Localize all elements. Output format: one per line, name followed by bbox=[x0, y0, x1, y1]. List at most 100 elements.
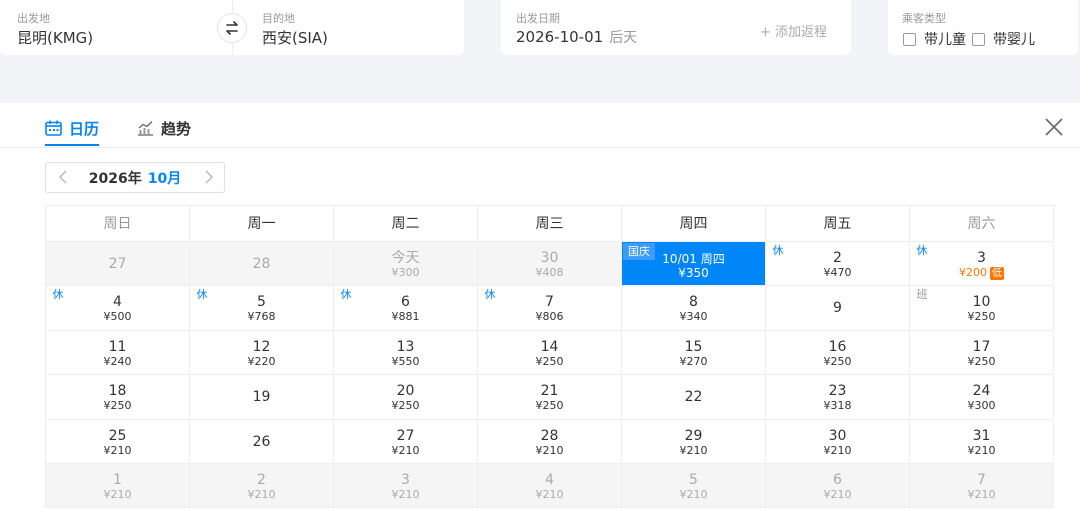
swap-button[interactable] bbox=[217, 13, 247, 43]
day-price-wrap: ¥210 bbox=[334, 444, 477, 457]
tab-calendar[interactable]: 日历 bbox=[45, 115, 99, 141]
calendar-day[interactable]: 27 bbox=[46, 242, 190, 287]
calendar-grid: 周日 周一 周二 周三 周四 周五 周六 27 28 今天 ¥300 30 ¥408 国庆 1… bbox=[45, 205, 1056, 509]
day-number: 18 bbox=[108, 383, 127, 400]
calendar-day[interactable]: 30 ¥210 bbox=[766, 419, 910, 464]
chevron-right-icon[interactable] bbox=[200, 169, 216, 185]
workday-tag: 班 bbox=[911, 287, 933, 303]
date-card[interactable]: 出发日期 2026-10-01 后天 + 添加返程 bbox=[501, 0, 851, 55]
calendar-day[interactable]: 休 7 ¥806 bbox=[478, 286, 622, 331]
day-price: ¥250 bbox=[103, 399, 132, 413]
calendar-day[interactable]: 24 ¥300 bbox=[910, 375, 1054, 420]
day-price: ¥250 bbox=[967, 354, 996, 368]
rest-day-tag: 休 bbox=[911, 243, 933, 258]
calendar-day[interactable]: 25 ¥210 bbox=[46, 419, 190, 464]
tab-bar: 日历 趋势 bbox=[0, 103, 1080, 148]
calendar-day[interactable]: 16 ¥250 bbox=[766, 330, 910, 376]
with-child-label: 带儿童 bbox=[924, 32, 966, 48]
day-price: ¥250 bbox=[823, 354, 852, 368]
calendar-day[interactable]: 14 ¥250 bbox=[478, 330, 622, 376]
lowest-price-badge: 低 bbox=[990, 267, 1004, 280]
calendar-day[interactable]: 12 ¥220 bbox=[190, 330, 334, 376]
day-number: 15 bbox=[684, 338, 703, 355]
calendar-day[interactable]: 7 ¥210 bbox=[910, 463, 1054, 509]
calendar-day[interactable]: 今天 ¥300 bbox=[334, 242, 478, 287]
calendar-day[interactable]: 11 ¥240 bbox=[46, 330, 190, 376]
day-number: 30 bbox=[540, 250, 559, 266]
holiday-tag: 国庆 bbox=[623, 243, 655, 260]
close-icon[interactable] bbox=[1043, 116, 1065, 138]
calendar-day[interactable]: 休 2 ¥470 bbox=[766, 242, 910, 287]
calendar-day[interactable]: 9 bbox=[766, 286, 910, 331]
day-price-wrap: ¥250 bbox=[478, 355, 621, 368]
calendar-day[interactable]: 22 bbox=[622, 375, 766, 420]
day-number: 25 bbox=[108, 427, 127, 444]
calendar-day[interactable]: 18 ¥250 bbox=[46, 375, 190, 420]
month-label: 2026年 10月 bbox=[89, 168, 181, 188]
calendar-day[interactable]: 31 ¥210 bbox=[910, 419, 1054, 464]
rest-day-tag: 休 bbox=[767, 243, 789, 258]
calendar-day[interactable]: 21 ¥250 bbox=[478, 375, 622, 420]
day-price-wrap: ¥210 bbox=[334, 488, 477, 501]
day-price: ¥210 bbox=[967, 487, 996, 501]
weekday-header: 周日 周一 周二 周三 周四 周五 周六 bbox=[46, 206, 1056, 242]
month-value: 10月 bbox=[147, 170, 182, 187]
calendar-day[interactable]: 30 ¥408 bbox=[478, 242, 622, 287]
day-price-wrap: ¥210 bbox=[46, 488, 189, 501]
calendar-day[interactable]: 13 ¥550 bbox=[334, 330, 478, 376]
calendar-day[interactable]: 休 4 ¥500 bbox=[46, 286, 190, 331]
calendar-day[interactable]: 1 ¥210 bbox=[46, 463, 190, 509]
calendar-day[interactable]: 6 ¥210 bbox=[766, 463, 910, 509]
day-price: ¥300 bbox=[967, 399, 996, 413]
calendar-day[interactable]: 28 bbox=[190, 242, 334, 287]
day-price: ¥210 bbox=[103, 443, 132, 457]
day-number: 22 bbox=[684, 389, 703, 406]
calendar-day[interactable]: 休 5 ¥768 bbox=[190, 286, 334, 331]
calendar-icon bbox=[45, 120, 62, 136]
day-price: ¥210 bbox=[103, 487, 132, 501]
calendar-day[interactable]: 28 ¥210 bbox=[478, 419, 622, 464]
with-child-checkbox[interactable]: 带儿童 bbox=[903, 29, 966, 49]
calendar-day[interactable]: 15 ¥270 bbox=[622, 330, 766, 376]
day-price-wrap: ¥210 bbox=[622, 444, 765, 457]
calendar-day[interactable]: 休 3 ¥200 低 bbox=[910, 242, 1054, 287]
arrival-field[interactable]: 目的地 西安(SIA) bbox=[249, 0, 459, 55]
day-price: ¥200 bbox=[959, 266, 987, 279]
day-number: 7 bbox=[977, 471, 986, 488]
tab-trend-label: 趋势 bbox=[161, 119, 192, 138]
calendar-day[interactable]: 4 ¥210 bbox=[478, 463, 622, 509]
calendar-day[interactable]: 29 ¥210 bbox=[622, 419, 766, 464]
calendar-day[interactable]: 20 ¥250 bbox=[334, 375, 478, 420]
chevron-left-icon[interactable] bbox=[56, 169, 72, 185]
day-price-wrap: ¥220 bbox=[190, 355, 333, 368]
calendar-day[interactable]: 17 ¥250 bbox=[910, 330, 1054, 376]
day-price: ¥270 bbox=[679, 354, 708, 368]
calendar-day[interactable]: 19 bbox=[190, 375, 334, 420]
calendar-day[interactable]: 班 10 ¥250 bbox=[910, 286, 1054, 331]
day-price: ¥210 bbox=[679, 443, 708, 457]
day-price: ¥250 bbox=[535, 354, 564, 368]
day-price: ¥550 bbox=[391, 354, 420, 368]
rest-day-tag: 休 bbox=[335, 287, 357, 303]
weekday-wed: 周三 bbox=[478, 206, 622, 242]
day-price-wrap: ¥250 bbox=[46, 399, 189, 412]
day-number: 13 bbox=[396, 338, 415, 355]
calendar-day[interactable]: 2 ¥210 bbox=[190, 463, 334, 509]
calendar-day[interactable]: 休 6 ¥881 bbox=[334, 286, 478, 331]
day-price: ¥210 bbox=[535, 443, 564, 457]
calendar-day[interactable]: 23 ¥318 bbox=[766, 375, 910, 420]
departure-field[interactable]: 出发地 昆明(KMG) bbox=[0, 0, 215, 55]
day-number: 11 bbox=[108, 338, 127, 355]
tab-trend[interactable]: 趋势 bbox=[137, 115, 191, 141]
calendar-day[interactable]: 27 ¥210 bbox=[334, 419, 478, 464]
day-price-wrap: ¥240 bbox=[46, 355, 189, 368]
day-number: 31 bbox=[972, 427, 991, 444]
calendar-day-selected[interactable]: 国庆 10/01 周四 ¥350 bbox=[622, 242, 766, 287]
calendar-day[interactable]: 8 ¥340 bbox=[622, 286, 766, 331]
with-infant-checkbox[interactable]: 带婴儿 bbox=[972, 29, 1035, 49]
calendar-day[interactable]: 3 ¥210 bbox=[334, 463, 478, 509]
add-return-button[interactable]: + 添加返程 bbox=[760, 21, 827, 40]
calendar-day[interactable]: 5 ¥210 bbox=[622, 463, 766, 509]
calendar-day[interactable]: 26 bbox=[190, 419, 334, 464]
passenger-card: 乘客类型 带儿童 带婴儿 bbox=[888, 0, 1078, 55]
